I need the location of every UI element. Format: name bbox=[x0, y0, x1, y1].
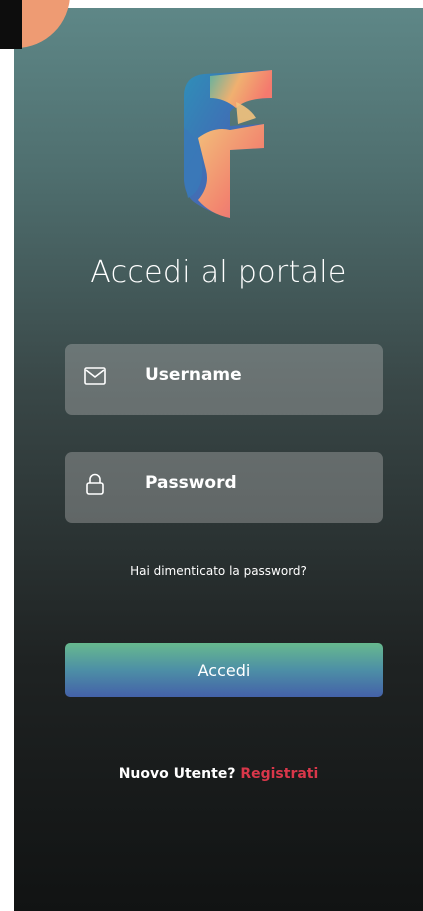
signup-prompt: Nuovo Utente? Registrati bbox=[14, 766, 423, 782]
login-screen: Accedi al portale Hai dimenticato la pas… bbox=[14, 8, 423, 911]
password-input[interactable] bbox=[145, 466, 365, 500]
page: Accedi al portale Hai dimenticato la pas… bbox=[0, 0, 423, 911]
username-input[interactable] bbox=[145, 358, 365, 392]
page-title: Accedi al portale bbox=[90, 255, 347, 290]
register-link[interactable]: Registrati bbox=[240, 766, 318, 782]
corner-badge-marker bbox=[0, 0, 22, 49]
password-field[interactable] bbox=[65, 452, 383, 523]
signup-question: Nuovo Utente? bbox=[118, 766, 236, 782]
forgot-password-link[interactable]: Hai dimenticato la password? bbox=[14, 564, 423, 578]
envelope-icon bbox=[84, 367, 106, 385]
login-button[interactable]: Accedi bbox=[65, 643, 383, 697]
username-field[interactable] bbox=[65, 344, 383, 415]
app-logo bbox=[184, 70, 272, 218]
lock-icon bbox=[86, 473, 104, 495]
